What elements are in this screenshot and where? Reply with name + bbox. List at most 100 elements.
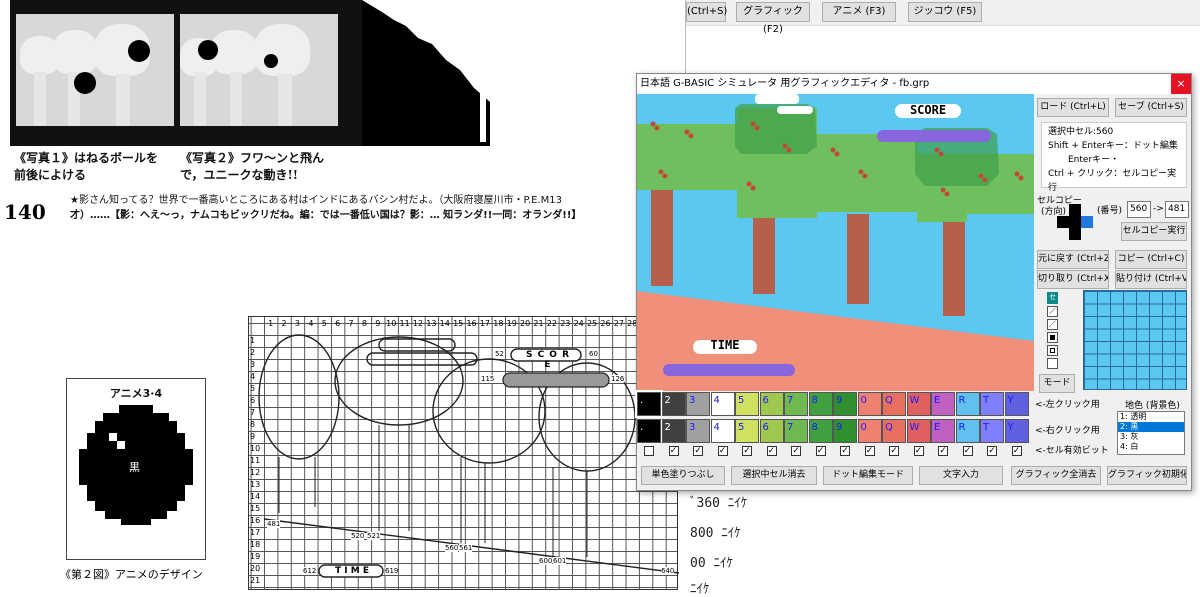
right-palette-swatch[interactable]: 9: [833, 419, 857, 443]
copy-to-input[interactable]: 481: [1165, 201, 1189, 218]
right-palette-swatch[interactable]: 5: [735, 419, 759, 443]
graphic-tab-button[interactable]: グラフィック (F2): [736, 2, 810, 35]
run-tab-button[interactable]: ジッコウ (F5): [908, 2, 982, 22]
valid-bit-checkbox[interactable]: ✓: [913, 446, 924, 456]
left-palette-swatch[interactable]: 6: [759, 392, 784, 416]
right-palette-swatch[interactable]: 2: [661, 419, 686, 443]
page-number: 140: [4, 200, 46, 224]
left-palette-swatch[interactable]: W: [906, 392, 931, 416]
left-palette-swatch[interactable]: 7: [784, 392, 808, 416]
left-palette-swatch[interactable]: Q: [882, 392, 906, 416]
valid-bit-checkbox[interactable]: ✓: [668, 446, 679, 456]
dot-edit-grid[interactable]: [1083, 290, 1187, 390]
copy-from-input[interactable]: 560: [1127, 201, 1151, 218]
right-click-label: <-右クリック用: [1035, 426, 1100, 436]
right-palette-swatch[interactable]: 3: [686, 419, 710, 443]
left-palette-swatch[interactable]: 9: [833, 392, 857, 416]
left-palette-swatch[interactable]: 2: [661, 392, 686, 416]
right-palette-swatch[interactable]: Y: [1004, 419, 1029, 443]
valid-bit-checkbox[interactable]: ✓: [987, 446, 997, 456]
left-palette-swatch[interactable]: R: [955, 392, 980, 416]
left-click-palette: .234567890QWERTY: [635, 390, 1037, 418]
left-palette-swatch[interactable]: 8: [808, 392, 833, 416]
right-palette-swatch[interactable]: .: [637, 419, 661, 443]
close-button[interactable]: ×: [1171, 74, 1191, 94]
caption-1-line2: 前後によける: [14, 168, 87, 182]
right-palette-swatch[interactable]: R: [955, 419, 980, 443]
left-palette-swatch[interactable]: 0: [857, 392, 882, 416]
valid-bit-checkbox[interactable]: ✓: [815, 446, 826, 456]
left-palette-swatch[interactable]: E: [931, 392, 955, 416]
bg-color-option[interactable]: 2: 黒: [1118, 422, 1184, 432]
bottom-action-button[interactable]: 単色塗りつぶし: [641, 466, 725, 485]
left-palette-swatch[interactable]: 3: [686, 392, 710, 416]
direction-pad-icon[interactable]: [1057, 204, 1093, 240]
right-palette-swatch[interactable]: 4: [710, 419, 735, 443]
caption-2-line2: で，ユニークな動き!!: [180, 168, 299, 182]
valid-bit-checkbox[interactable]: ✓: [742, 446, 752, 456]
save-button[interactable]: セーブ (Ctrl+S): [1115, 98, 1187, 117]
mode-button[interactable]: モード: [1039, 374, 1075, 393]
right-palette-swatch[interactable]: T: [980, 419, 1004, 443]
valid-bit-checkbox[interactable]: ✓: [791, 446, 801, 456]
selected-cell-info: 選択中セル:560: [1048, 127, 1114, 137]
bg-color-option[interactable]: 1: 透明: [1118, 412, 1184, 422]
left-palette-swatch[interactable]: .: [635, 390, 663, 418]
figure-anime-box: アニメ3·4 黒: [66, 378, 206, 560]
right-palette-swatch[interactable]: 6: [759, 419, 784, 443]
magazine-scan: 《写真１》はねるボールを 前後によける 《写真２》フワ～ンと飛ん で，ユニークな…: [0, 0, 686, 275]
right-palette-swatch[interactable]: E: [931, 419, 955, 443]
valid-bit-checkbox[interactable]: ✓: [840, 446, 850, 456]
pencil-icon[interactable]: ／: [1047, 306, 1058, 317]
bottom-button-bar: 単色塗りつぶし 選択中セル消去 ドット編集モード 文字入力 グラフィック全消去 グラフィッ…: [637, 466, 1193, 488]
valid-bit-checkbox[interactable]: ✓: [889, 446, 899, 456]
right-palette-swatch[interactable]: 7: [784, 419, 808, 443]
erase-icon[interactable]: [1047, 358, 1058, 369]
left-palette-swatch[interactable]: 5: [735, 392, 759, 416]
save-tab-button[interactable]: (Ctrl+S): [686, 2, 727, 22]
info-panel: 選択中セル:560 Shift + Enterキー：ドット編集 Enterキー・…: [1041, 122, 1187, 193]
rect-icon[interactable]: [1047, 345, 1058, 356]
grid-num-52: 52: [495, 350, 504, 358]
paste-button[interactable]: 貼り付け (Ctrl+V): [1115, 270, 1187, 289]
load-button[interactable]: ロード (Ctrl+L): [1037, 98, 1109, 117]
bg-color-option[interactable]: 3: 灰: [1118, 432, 1184, 442]
valid-bit-checkbox[interactable]: ✓: [938, 446, 948, 456]
valid-bit-checkbox[interactable]: ✓: [962, 446, 973, 456]
right-palette-swatch[interactable]: 8: [808, 419, 833, 443]
valid-bit-checkbox[interactable]: ✓: [717, 446, 728, 456]
bottom-action-button[interactable]: グラフィック全消去: [1011, 466, 1101, 485]
left-palette-swatch[interactable]: Y: [1004, 392, 1029, 416]
right-palette-swatch[interactable]: 0: [857, 419, 882, 443]
bottom-action-button[interactable]: 文字入力: [919, 466, 1003, 485]
bg-color-list[interactable]: 1: 透明 2: 黒 3: 灰 4: 白: [1117, 411, 1185, 455]
valid-bit-checkbox[interactable]: [644, 446, 654, 456]
enter-key-info: Enterキー・: [1068, 155, 1120, 165]
figure-title: アニメ3·4: [109, 387, 163, 400]
right-palette-swatch[interactable]: Q: [882, 419, 906, 443]
dialog-title: 日本語 G-BASIC シミュレータ 用グラフィックエディタ - fb.grp: [637, 74, 1191, 94]
tool-cell[interactable]: セル: [1047, 292, 1058, 312]
grid-num-521: 521: [367, 532, 381, 540]
bg-color-option[interactable]: 4: 白: [1118, 442, 1184, 452]
bottom-action-button[interactable]: 選択中セル消去: [731, 466, 817, 485]
cellcopy-exec-button[interactable]: セルコピー実行: [1121, 222, 1187, 241]
left-palette-swatch[interactable]: T: [980, 392, 1004, 416]
left-palette-swatch[interactable]: 4: [710, 392, 735, 416]
filled-rect-icon[interactable]: [1047, 332, 1058, 343]
cut-button[interactable]: 切り取り (Ctrl+X): [1037, 270, 1109, 289]
valid-bit-checkbox[interactable]: ✓: [864, 446, 875, 456]
valid-bit-checkbox[interactable]: ✓: [1011, 446, 1022, 456]
valid-bit-label: <-セル有効ビット: [1035, 446, 1109, 456]
anime-tab-button[interactable]: アニメ (F3): [822, 2, 896, 22]
graphic-canvas[interactable]: SCORE TIME: [637, 94, 1034, 391]
undo-button[interactable]: 元に戻す (Ctrl+Z): [1037, 250, 1109, 269]
copy-button[interactable]: コピー (Ctrl+C): [1115, 250, 1187, 269]
right-palette-swatch[interactable]: W: [906, 419, 931, 443]
bottom-action-button[interactable]: グラフィック初期化: [1107, 466, 1187, 485]
grid-num-126: 126: [611, 375, 625, 383]
bottom-action-button[interactable]: ドット編集モード: [823, 466, 913, 485]
line-icon[interactable]: ／: [1047, 319, 1058, 330]
valid-bit-checkbox[interactable]: ✓: [693, 446, 703, 456]
valid-bit-checkbox[interactable]: ✓: [766, 446, 777, 456]
